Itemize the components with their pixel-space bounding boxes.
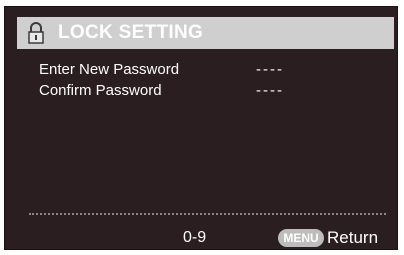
menu-button[interactable]: MENU — [278, 229, 324, 247]
confirm-password-field[interactable]: ---- — [256, 82, 284, 99]
numeric-input-hint: 0-9 — [183, 229, 207, 246]
new-password-row[interactable]: Enter New Password ---- — [39, 61, 284, 78]
padlock-icon — [26, 21, 46, 45]
page-title: LOCK SETTING — [58, 22, 204, 43]
confirm-password-label: Confirm Password — [39, 82, 162, 99]
new-password-label: Enter New Password — [39, 61, 180, 78]
lock-setting-dialog: LOCK SETTING Enter New Password ---- Con… — [4, 6, 398, 250]
footer-divider — [29, 213, 386, 215]
confirm-password-row[interactable]: Confirm Password ---- — [39, 82, 284, 99]
title-bar: LOCK SETTING — [17, 17, 394, 49]
new-password-field[interactable]: ---- — [256, 61, 284, 78]
return-label: Return — [327, 228, 379, 247]
